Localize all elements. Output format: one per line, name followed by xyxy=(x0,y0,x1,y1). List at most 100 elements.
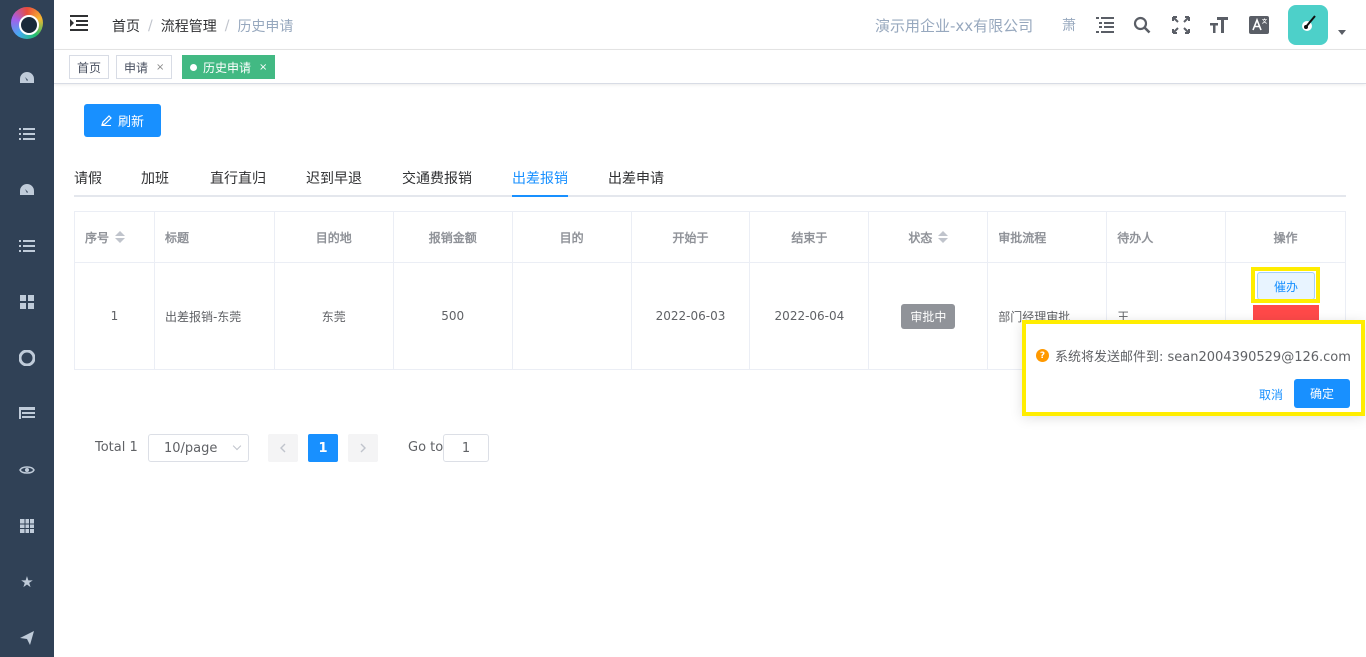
chevron-right-icon xyxy=(360,443,366,453)
sort-icon[interactable] xyxy=(115,231,126,243)
cell-purpose xyxy=(512,263,632,370)
tag-label: 历史申请 xyxy=(203,60,252,75)
tab-direct[interactable]: 直行直归 xyxy=(210,168,266,197)
list-icon[interactable] xyxy=(17,236,37,256)
breadcrumb-process[interactable]: 流程管理 xyxy=(161,16,217,36)
cell-status: 审批中 xyxy=(869,263,989,370)
category-tabs: 请假 加班 直行直归 迟到早退 交通费报销 出差报销 出差申请 xyxy=(74,160,1346,197)
chevron-down-icon xyxy=(232,441,242,451)
grid-icon[interactable] xyxy=(17,292,37,312)
tag-home[interactable]: 首页 xyxy=(69,55,110,79)
header-label: 待办人 xyxy=(1117,230,1154,245)
column-header: 标题 xyxy=(154,212,275,263)
question-icon: ? xyxy=(1036,349,1049,362)
close-icon[interactable]: × xyxy=(156,62,164,73)
send-icon[interactable] xyxy=(17,628,37,648)
breadcrumb-current: 历史申请 xyxy=(237,19,294,35)
column-header: 结束于 xyxy=(750,212,870,263)
menu-list-icon[interactable] xyxy=(1094,14,1116,36)
tab-travel-apply[interactable]: 出差申请 xyxy=(608,168,664,197)
popover-message-row: ? 系统将发送邮件到: sean2004390529@126.com xyxy=(1036,346,1351,365)
tag-history[interactable]: 历史申请 × xyxy=(182,55,276,79)
breadcrumb-separator: / xyxy=(148,18,153,34)
active-dot-icon xyxy=(190,63,197,71)
header-label: 序号 xyxy=(85,230,110,245)
confirm-button[interactable]: 确定 xyxy=(1294,379,1350,408)
fullscreen-icon[interactable] xyxy=(1170,14,1192,36)
header-label: 开始于 xyxy=(672,230,709,245)
highlight-box xyxy=(1251,267,1320,303)
user-avatar[interactable] xyxy=(1288,5,1328,45)
star-icon[interactable]: ★ xyxy=(17,572,37,592)
menu-toggle-icon[interactable] xyxy=(70,15,88,33)
tab-late-early[interactable]: 迟到早退 xyxy=(306,168,362,197)
translate-icon[interactable]: 文 xyxy=(1248,14,1270,36)
tree-table-icon[interactable] xyxy=(17,404,37,424)
list-icon[interactable] xyxy=(17,124,37,144)
header-label: 审批流程 xyxy=(998,230,1047,245)
refresh-label: 刷新 xyxy=(117,115,144,130)
cell-amount: 500 xyxy=(393,263,513,370)
tab-travel-expense[interactable]: 出差报销 xyxy=(512,168,568,197)
column-header: 开始于 xyxy=(631,212,751,263)
search-icon[interactable] xyxy=(1131,14,1153,36)
header-label: 状态 xyxy=(908,230,933,245)
goto-label: Go to xyxy=(408,440,444,455)
tab-leave[interactable]: 请假 xyxy=(74,168,102,197)
delete-button[interactable] xyxy=(1253,305,1319,321)
company-name: 演示用企业-xx有限公司 xyxy=(875,17,1034,35)
lifebuoy-icon[interactable] xyxy=(17,348,37,368)
pagination-total: Total 1 xyxy=(95,440,138,455)
header-label: 标题 xyxy=(164,230,189,245)
edit-icon xyxy=(101,115,112,126)
chevron-down-icon[interactable] xyxy=(1338,30,1346,35)
tab-overtime[interactable]: 加班 xyxy=(141,168,169,197)
dashboard-icon[interactable] xyxy=(17,68,37,88)
char-icon[interactable]: 萧 xyxy=(1058,14,1080,36)
column-header[interactable]: 状态 xyxy=(869,212,989,263)
page-number-current[interactable]: 1 xyxy=(308,434,338,462)
column-header: 目的地 xyxy=(274,212,394,263)
status-badge: 审批中 xyxy=(901,303,956,329)
prev-page-button[interactable] xyxy=(268,434,298,462)
column-header: 目的 xyxy=(512,212,632,263)
tags-view: 首页 申请 × 历史申请 × xyxy=(54,50,1366,84)
cell-title: 出差报销-东莞 xyxy=(154,263,275,370)
tab-transport[interactable]: 交通费报销 xyxy=(402,168,472,197)
cell-end: 2022-06-04 xyxy=(750,263,870,370)
column-header: 待办人 xyxy=(1107,212,1227,263)
popover-message: 系统将发送邮件到: sean2004390529@126.com xyxy=(1055,350,1351,365)
sidebar: ★ xyxy=(0,0,54,657)
font-size-icon[interactable] xyxy=(1208,14,1230,36)
goto-page-input[interactable]: 1 xyxy=(443,434,489,462)
refresh-button[interactable]: 刷新 xyxy=(84,104,161,137)
header-label: 操作 xyxy=(1273,230,1298,245)
close-icon[interactable]: × xyxy=(259,62,267,73)
tag-apply[interactable]: 申请 × xyxy=(116,55,173,79)
dashboard-icon[interactable] xyxy=(17,180,37,200)
header-label: 目的地 xyxy=(315,230,352,245)
header-label: 报销金额 xyxy=(428,230,477,245)
page-size-select[interactable]: 10/page xyxy=(148,434,249,462)
sort-icon[interactable] xyxy=(938,231,949,243)
confirm-popover: ? 系统将发送邮件到: sean2004390529@126.com 取消 确定 xyxy=(1022,320,1365,416)
eye-icon[interactable] xyxy=(17,460,37,480)
next-page-button[interactable] xyxy=(348,434,378,462)
table-header-row: 序号 标题 目的地 报销金额 目的 开始于 结束于 状态 审批流程 待办人 操作 xyxy=(75,212,1346,263)
chevron-left-icon xyxy=(280,443,286,453)
column-header: 审批流程 xyxy=(988,212,1108,263)
app-logo[interactable] xyxy=(11,7,43,39)
breadcrumb-separator: / xyxy=(224,18,230,34)
header-label: 结束于 xyxy=(791,230,828,245)
table-icon[interactable] xyxy=(17,516,37,536)
tag-label: 申请 xyxy=(124,60,149,75)
column-header: 报销金额 xyxy=(393,212,513,263)
breadcrumb: 首页 / 流程管理 / 历史申请 xyxy=(112,16,293,36)
breadcrumb-home[interactable]: 首页 xyxy=(112,16,140,36)
navbar: 首页 / 流程管理 / 历史申请 演示用企业-xx有限公司 萧 文 xyxy=(54,0,1366,50)
cancel-button[interactable]: 取消 xyxy=(1259,386,1283,403)
column-header: 操作 xyxy=(1226,212,1346,263)
tag-label: 首页 xyxy=(77,60,102,75)
page-size-value: 10/page xyxy=(164,440,218,456)
column-header[interactable]: 序号 xyxy=(75,212,155,263)
